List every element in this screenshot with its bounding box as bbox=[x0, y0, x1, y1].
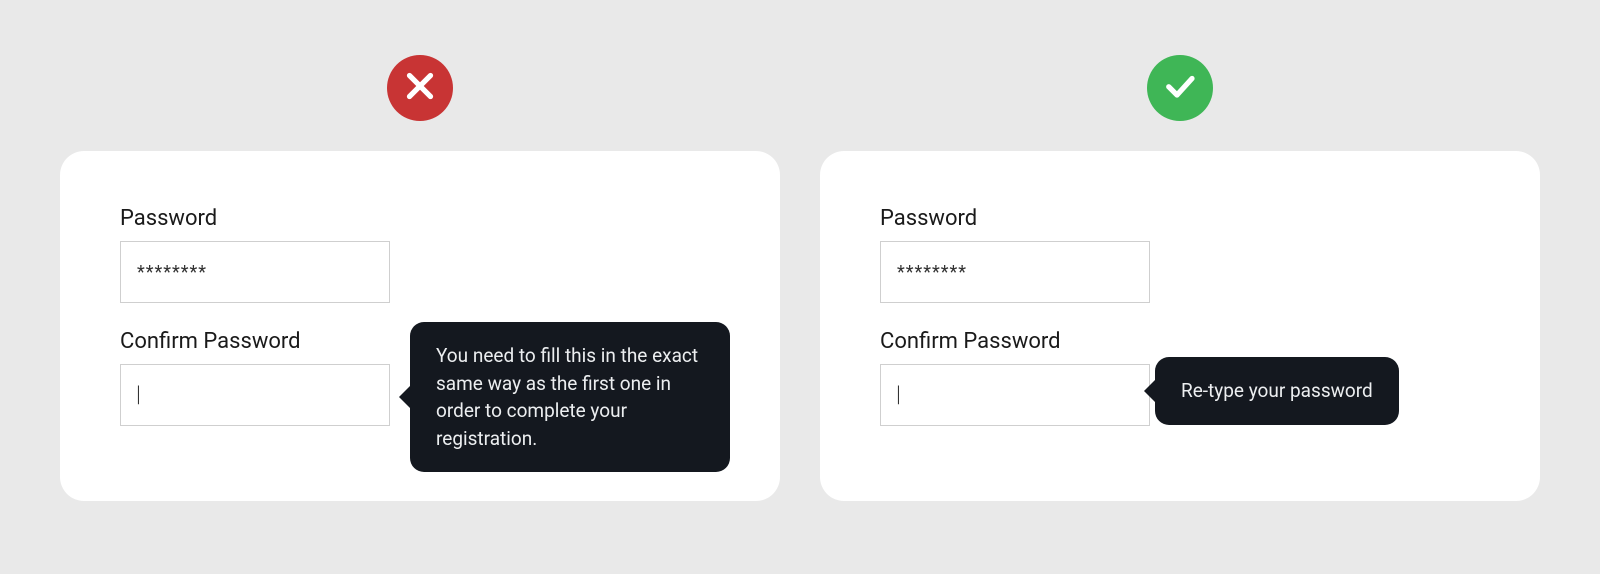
bad-form-card: Password Confirm Password | You need to … bbox=[60, 151, 780, 501]
check-icon bbox=[1162, 68, 1198, 108]
password-input[interactable] bbox=[120, 241, 390, 303]
password-input[interactable] bbox=[880, 241, 1150, 303]
good-form-card: Password Confirm Password | Re-type your… bbox=[820, 151, 1540, 501]
tooltip-verbose: You need to fill this in the exact same … bbox=[410, 322, 730, 472]
confirm-password-input[interactable] bbox=[880, 364, 1150, 426]
confirm-password-label: Confirm Password bbox=[880, 329, 1480, 354]
check-badge bbox=[1147, 55, 1213, 121]
good-example-panel: Password Confirm Password | Re-type your… bbox=[820, 55, 1540, 501]
password-field-group: Password bbox=[120, 206, 720, 303]
bad-example-panel: Password Confirm Password | You need to … bbox=[60, 55, 780, 501]
password-label: Password bbox=[880, 206, 1480, 231]
confirm-password-input[interactable] bbox=[120, 364, 390, 426]
password-field-group: Password bbox=[880, 206, 1480, 303]
password-input-wrap bbox=[120, 241, 390, 303]
confirm-password-input-wrap: | bbox=[880, 364, 1150, 426]
password-label: Password bbox=[120, 206, 720, 231]
tooltip-concise: Re-type your password bbox=[1155, 357, 1399, 425]
password-input-wrap bbox=[880, 241, 1150, 303]
comparison-container: Password Confirm Password | You need to … bbox=[0, 0, 1600, 574]
cross-badge bbox=[387, 55, 453, 121]
confirm-password-input-wrap: | bbox=[120, 364, 390, 426]
cross-icon bbox=[402, 68, 438, 108]
